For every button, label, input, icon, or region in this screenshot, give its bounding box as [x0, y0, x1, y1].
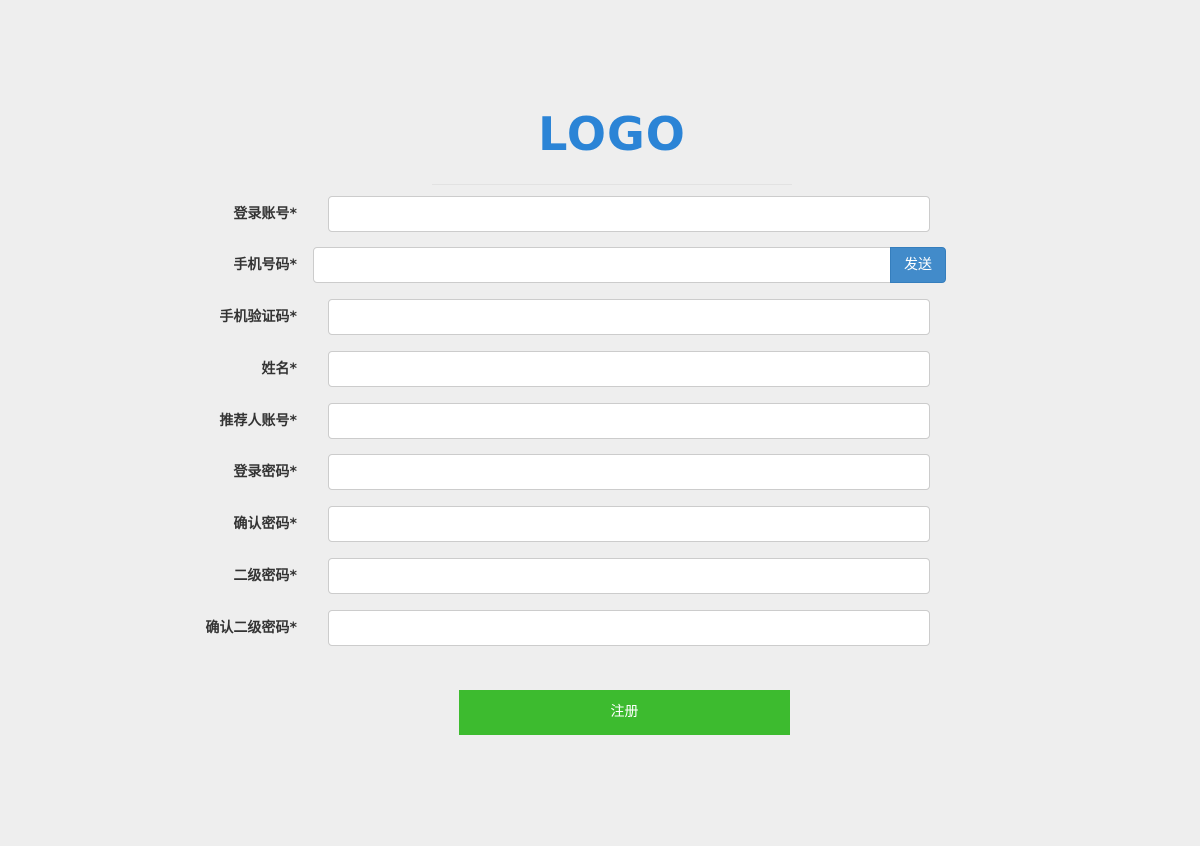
referrer-account-label: 推荐人账号*: [219, 413, 297, 429]
field-row-referrer: 推荐人账号*: [0, 403, 1200, 439]
field-row-confirm-secondary-password: 确认二级密码*: [0, 610, 1200, 646]
confirm-password-input[interactable]: [328, 506, 930, 542]
phone-input[interactable]: [313, 247, 891, 283]
name-input[interactable]: [328, 351, 930, 387]
field-row-login-account: 登录账号*: [0, 196, 1200, 232]
confirm-password-label: 确认密码*: [233, 516, 297, 532]
field-row-confirm-password: 确认密码*: [0, 506, 1200, 542]
login-account-label: 登录账号*: [233, 206, 297, 222]
field-row-name: 姓名*: [0, 351, 1200, 387]
login-account-input[interactable]: [328, 196, 930, 232]
logo: LOGO: [538, 107, 686, 161]
login-password-label: 登录密码*: [233, 464, 297, 480]
field-row-secondary-password: 二级密码*: [0, 558, 1200, 594]
register-button[interactable]: 注册: [459, 690, 790, 735]
field-row-sms-code: 手机验证码*: [0, 299, 1200, 335]
sms-code-label: 手机验证码*: [219, 309, 297, 325]
secondary-password-input[interactable]: [328, 558, 930, 594]
send-code-button[interactable]: 发送: [890, 247, 946, 283]
referrer-account-input[interactable]: [328, 403, 930, 439]
name-label: 姓名*: [261, 361, 297, 377]
field-row-phone: 手机号码* 发送: [0, 247, 1200, 283]
sms-code-input[interactable]: [328, 299, 930, 335]
secondary-password-label: 二级密码*: [233, 568, 297, 584]
phone-label: 手机号码*: [233, 257, 297, 273]
divider: [432, 184, 792, 185]
login-password-input[interactable]: [328, 454, 930, 490]
confirm-secondary-password-input[interactable]: [328, 610, 930, 646]
field-row-login-password: 登录密码*: [0, 454, 1200, 490]
confirm-secondary-password-label: 确认二级密码*: [205, 620, 297, 636]
